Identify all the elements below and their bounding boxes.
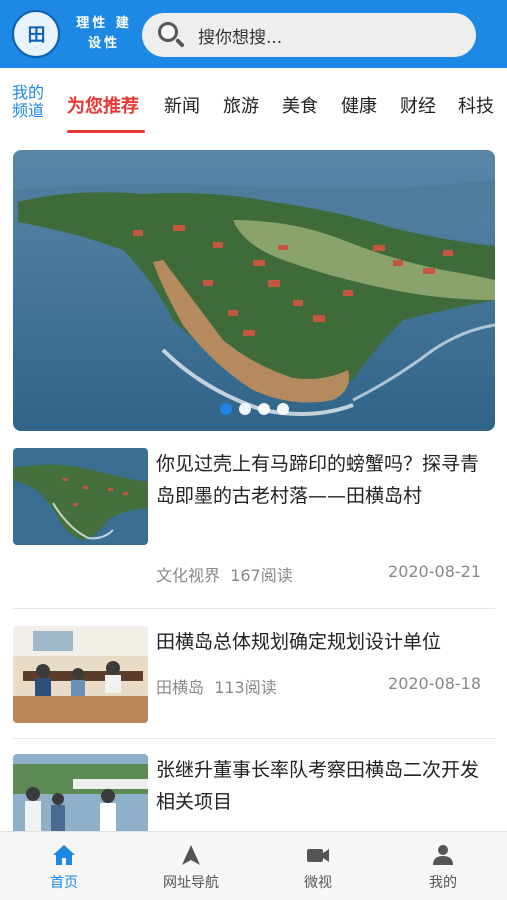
nav-label: 首页: [50, 875, 78, 891]
nav-directory[interactable]: 网址导航: [136, 844, 246, 892]
article-source: 文化视界: [156, 566, 221, 585]
active-tab-indicator: [67, 130, 145, 133]
carousel-dot[interactable]: [257, 403, 270, 415]
article-date: 2020-08-18: [388, 674, 481, 693]
slogan: 理性 建设性: [76, 16, 132, 51]
article-source-reads: 田横岛 113阅读: [156, 674, 277, 698]
carousel-dot[interactable]: [276, 403, 289, 415]
carousel-dot[interactable]: [238, 403, 251, 415]
list-item[interactable]: 你见过壳上有马蹄印的螃蟹吗？探寻青岛即墨的古老村落——田横岛村 文化视界 167…: [13, 448, 495, 588]
list-item[interactable]: 田横岛总体规划确定规划设计单位 田横岛 113阅读 2020-08-18: [13, 626, 495, 726]
tab-news[interactable]: 新闻: [164, 92, 200, 118]
carousel-dot[interactable]: [219, 403, 232, 415]
article-thumbnail: [13, 448, 148, 545]
logo-seal-icon[interactable]: 田 ·: [12, 10, 60, 58]
article-source: 田横岛: [156, 678, 205, 697]
article-thumbnail: [13, 754, 148, 831]
nav-video[interactable]: 微视: [263, 844, 373, 892]
banner-carousel[interactable]: [13, 150, 495, 431]
tab-health[interactable]: 健康: [341, 92, 377, 118]
article-title[interactable]: 张继升董事长率队考察田横岛二次开发相关项目: [156, 754, 495, 818]
article-date: 2020-08-21: [388, 562, 481, 581]
tab-recommended[interactable]: 为您推荐: [67, 92, 139, 118]
nav-label: 我的: [429, 875, 457, 891]
nav-label: 网址导航: [163, 875, 219, 891]
my-channel-button[interactable]: 我的频道: [12, 84, 50, 120]
search-bar[interactable]: 搜你想搜...: [142, 13, 476, 57]
article-reads: 113阅读: [214, 678, 277, 697]
tab-finance[interactable]: 财经: [400, 92, 436, 118]
channel-bar: 我的频道 为您推荐 新闻 旅游 美食 健康 财经 科技: [0, 68, 507, 138]
carousel-indicators: [13, 403, 495, 415]
article-reads: 167阅读: [230, 566, 293, 585]
divider: [13, 738, 495, 739]
user-icon: [433, 845, 453, 865]
bottom-tab-bar: 首页 网址导航 微视 我的: [0, 831, 507, 900]
article-title[interactable]: 田横岛总体规划确定规划设计单位: [156, 626, 495, 658]
divider: [13, 608, 495, 609]
video-camera-icon: [307, 849, 329, 862]
article-source-reads: 文化视界 167阅读: [156, 562, 293, 586]
tab-food[interactable]: 美食: [282, 92, 318, 118]
tab-travel[interactable]: 旅游: [223, 92, 259, 118]
search-icon: [158, 22, 185, 48]
tab-tech[interactable]: 科技: [458, 92, 494, 118]
search-input[interactable]: 搜你想搜...: [198, 23, 282, 48]
list-item[interactable]: 张继升董事长率队考察田横岛二次开发相关项目: [13, 754, 495, 831]
nav-profile[interactable]: 我的: [388, 844, 498, 892]
home-icon: [53, 845, 75, 865]
article-thumbnail: [13, 626, 148, 723]
article-title[interactable]: 你见过壳上有马蹄印的螃蟹吗？探寻青岛即墨的古老村落——田横岛村: [156, 448, 495, 512]
nav-home[interactable]: 首页: [9, 844, 119, 892]
banner-island-image: [13, 150, 495, 431]
navigation-arrow-icon: [182, 845, 200, 865]
app-header: 田 · 理性 建设性 搜你想搜...: [0, 0, 507, 68]
nav-label: 微视: [304, 875, 332, 891]
